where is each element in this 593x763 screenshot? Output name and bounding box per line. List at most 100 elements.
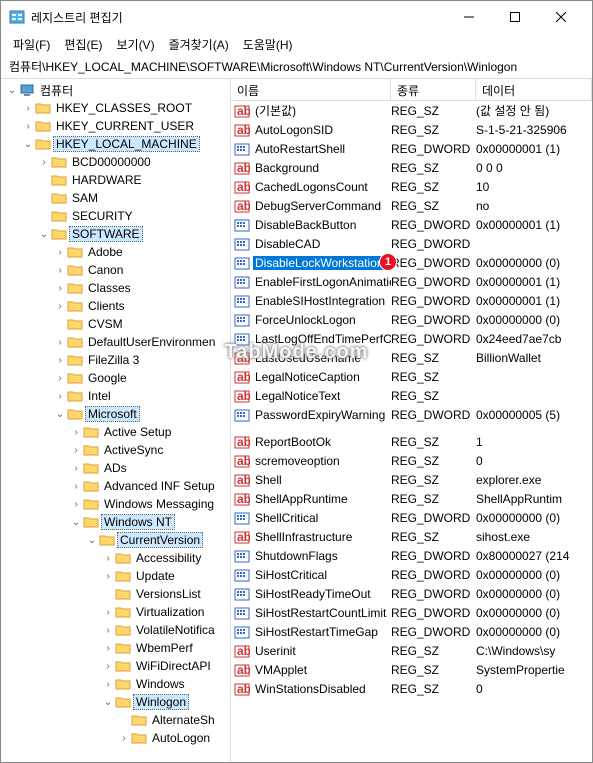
chevron-down-icon[interactable]: ⌄: [85, 533, 99, 547]
list-row[interactable]: ForceUnlockLogonREG_DWORD0x00000000 (0): [231, 310, 592, 329]
tree-row[interactable]: SECURITY: [1, 207, 230, 225]
column-data[interactable]: 데이터: [476, 79, 592, 100]
list-body[interactable]: ab(기본값)REG_SZ(값 설정 안 됨)abAutoLogonSIDREG…: [231, 101, 592, 762]
tree-row[interactable]: SAM: [1, 189, 230, 207]
tree-row[interactable]: ⌄컴퓨터: [1, 81, 230, 99]
tree-row[interactable]: ›Clients: [1, 297, 230, 315]
list-row[interactable]: abReportBootOkREG_SZ1: [231, 432, 592, 451]
address-bar[interactable]: 컴퓨터\HKEY_LOCAL_MACHINE\SOFTWARE\Microsof…: [1, 55, 592, 78]
chevron-right-icon[interactable]: ›: [101, 641, 115, 655]
minimize-button[interactable]: [446, 1, 492, 33]
chevron-right-icon[interactable]: ›: [101, 677, 115, 691]
menu-file[interactable]: 파일(F): [7, 34, 56, 55]
tree-row[interactable]: ›BCD00000000: [1, 153, 230, 171]
list-row[interactable]: abCachedLogonsCountREG_SZ10: [231, 177, 592, 196]
tree-row[interactable]: ›Intel: [1, 387, 230, 405]
chevron-right-icon[interactable]: ›: [101, 623, 115, 637]
list-row[interactable]: SiHostReadyTimeOutREG_DWORD0x00000000 (0…: [231, 584, 592, 603]
chevron-right-icon[interactable]: ›: [21, 119, 35, 133]
chevron-right-icon[interactable]: ›: [117, 731, 131, 745]
chevron-right-icon[interactable]: ›: [53, 371, 67, 385]
tree-row[interactable]: ›ActiveSync: [1, 441, 230, 459]
list-row[interactable]: abscremoveoptionREG_SZ0: [231, 451, 592, 470]
tree-row[interactable]: ›Google: [1, 369, 230, 387]
chevron-right-icon[interactable]: ›: [101, 551, 115, 565]
tree-row[interactable]: ⌄Windows NT: [1, 513, 230, 531]
tree-row[interactable]: ›HKEY_CURRENT_USER: [1, 117, 230, 135]
list-row[interactable]: ShutdownFlagsREG_DWORD0x80000027 (214: [231, 546, 592, 565]
list-row[interactable]: EnableSIHostIntegrationREG_DWORD0x000000…: [231, 291, 592, 310]
chevron-right-icon[interactable]: ›: [21, 101, 35, 115]
chevron-down-icon[interactable]: ⌄: [21, 137, 35, 151]
chevron-right-icon[interactable]: ›: [69, 497, 83, 511]
tree-row[interactable]: HARDWARE: [1, 171, 230, 189]
tree-row[interactable]: AlternateSh: [1, 711, 230, 729]
tree-row[interactable]: ›Accessibility: [1, 549, 230, 567]
chevron-right-icon[interactable]: ›: [53, 299, 67, 313]
tree-row[interactable]: CVSM: [1, 315, 230, 333]
chevron-right-icon[interactable]: ›: [101, 659, 115, 673]
column-name[interactable]: 이름: [231, 79, 391, 100]
tree-row[interactable]: ›VolatileNotifica: [1, 621, 230, 639]
list-row[interactable]: LastLogOffEndTimePerfCo...REG_DWORD0x24e…: [231, 329, 592, 348]
chevron-right-icon[interactable]: ›: [53, 335, 67, 349]
tree-row[interactable]: ›Classes: [1, 279, 230, 297]
chevron-right-icon[interactable]: ›: [53, 263, 67, 277]
tree-row[interactable]: ›Adobe: [1, 243, 230, 261]
list-row[interactable]: SiHostCriticalREG_DWORD0x00000000 (0): [231, 565, 592, 584]
tree-row[interactable]: ›Canon: [1, 261, 230, 279]
list-row[interactable]: DisableBackButtonREG_DWORD0x00000001 (1): [231, 215, 592, 234]
list-row[interactable]: AutoRestartShellREG_DWORD0x00000001 (1): [231, 139, 592, 158]
list-row[interactable]: abVMAppletREG_SZSystemPropertie: [231, 660, 592, 679]
list-row[interactable]: ShellCriticalREG_DWORD0x00000000 (0): [231, 508, 592, 527]
list-row[interactable]: PasswordExpiryWarningREG_DWORD0x00000005…: [231, 405, 592, 424]
chevron-down-icon[interactable]: ⌄: [69, 515, 83, 529]
maximize-button[interactable]: [492, 1, 538, 33]
list-row[interactable]: abDebugServerCommandREG_SZno: [231, 196, 592, 215]
chevron-right-icon[interactable]: ›: [53, 353, 67, 367]
tree-row[interactable]: ⌄SOFTWARE: [1, 225, 230, 243]
list-row[interactable]: SiHostRestartCountLimitREG_DWORD0x000000…: [231, 603, 592, 622]
tree-row[interactable]: ›DefaultUserEnvironmen: [1, 333, 230, 351]
close-button[interactable]: [538, 1, 584, 33]
chevron-right-icon[interactable]: ›: [37, 155, 51, 169]
column-type[interactable]: 종류: [391, 79, 476, 100]
list-row[interactable]: abLegalNoticeTextREG_SZ: [231, 386, 592, 405]
menu-view[interactable]: 보기(V): [110, 34, 160, 55]
tree-row[interactable]: ›Windows Messaging: [1, 495, 230, 513]
tree-row[interactable]: ›AutoLogon: [1, 729, 230, 747]
chevron-right-icon[interactable]: ›: [53, 245, 67, 259]
tree-row[interactable]: ›Windows: [1, 675, 230, 693]
tree-row[interactable]: ›Update: [1, 567, 230, 585]
tree-row[interactable]: ›ADs: [1, 459, 230, 477]
tree-row[interactable]: ⌄Winlogon: [1, 693, 230, 711]
chevron-right-icon[interactable]: ›: [53, 389, 67, 403]
tree-panel[interactable]: ⌄컴퓨터›HKEY_CLASSES_ROOT›HKEY_CURRENT_USER…: [1, 79, 231, 762]
chevron-right-icon[interactable]: ›: [53, 281, 67, 295]
chevron-right-icon[interactable]: ›: [69, 425, 83, 439]
list-row[interactable]: abUserinitREG_SZC:\Windows\sy: [231, 641, 592, 660]
chevron-down-icon[interactable]: ⌄: [37, 227, 51, 241]
list-row[interactable]: DisableLockWorkstationREG_DWORD0x0000000…: [231, 253, 592, 272]
tree-row[interactable]: ›WbemPerf: [1, 639, 230, 657]
tree-row[interactable]: ›Virtualization: [1, 603, 230, 621]
chevron-down-icon[interactable]: ⌄: [53, 407, 67, 421]
chevron-right-icon[interactable]: ›: [69, 479, 83, 493]
tree-row[interactable]: ›FileZilla 3: [1, 351, 230, 369]
list-row[interactable]: abBackgroundREG_SZ0 0 0: [231, 158, 592, 177]
list-row[interactable]: abShellAppRuntimeREG_SZShellAppRuntim: [231, 489, 592, 508]
tree-row[interactable]: ›HKEY_CLASSES_ROOT: [1, 99, 230, 117]
menu-help[interactable]: 도움말(H): [237, 34, 299, 55]
chevron-right-icon[interactable]: ›: [101, 605, 115, 619]
tree-row[interactable]: ⌄HKEY_LOCAL_MACHINE: [1, 135, 230, 153]
list-row[interactable]: abShellInfrastructureREG_SZsihost.exe: [231, 527, 592, 546]
tree-row[interactable]: VersionsList: [1, 585, 230, 603]
list-row[interactable]: EnableFirstLogonAnimationREG_DWORD0x0000…: [231, 272, 592, 291]
tree-row[interactable]: ›Active Setup: [1, 423, 230, 441]
chevron-down-icon[interactable]: ⌄: [5, 83, 19, 97]
list-row[interactable]: abShellREG_SZexplorer.exe: [231, 470, 592, 489]
list-row[interactable]: abAutoLogonSIDREG_SZS-1-5-21-325906: [231, 120, 592, 139]
list-row[interactable]: ab(기본값)REG_SZ(값 설정 안 됨): [231, 101, 592, 120]
menu-favorites[interactable]: 즐겨찾기(A): [163, 34, 235, 55]
tree-row[interactable]: ⌄Microsoft: [1, 405, 230, 423]
